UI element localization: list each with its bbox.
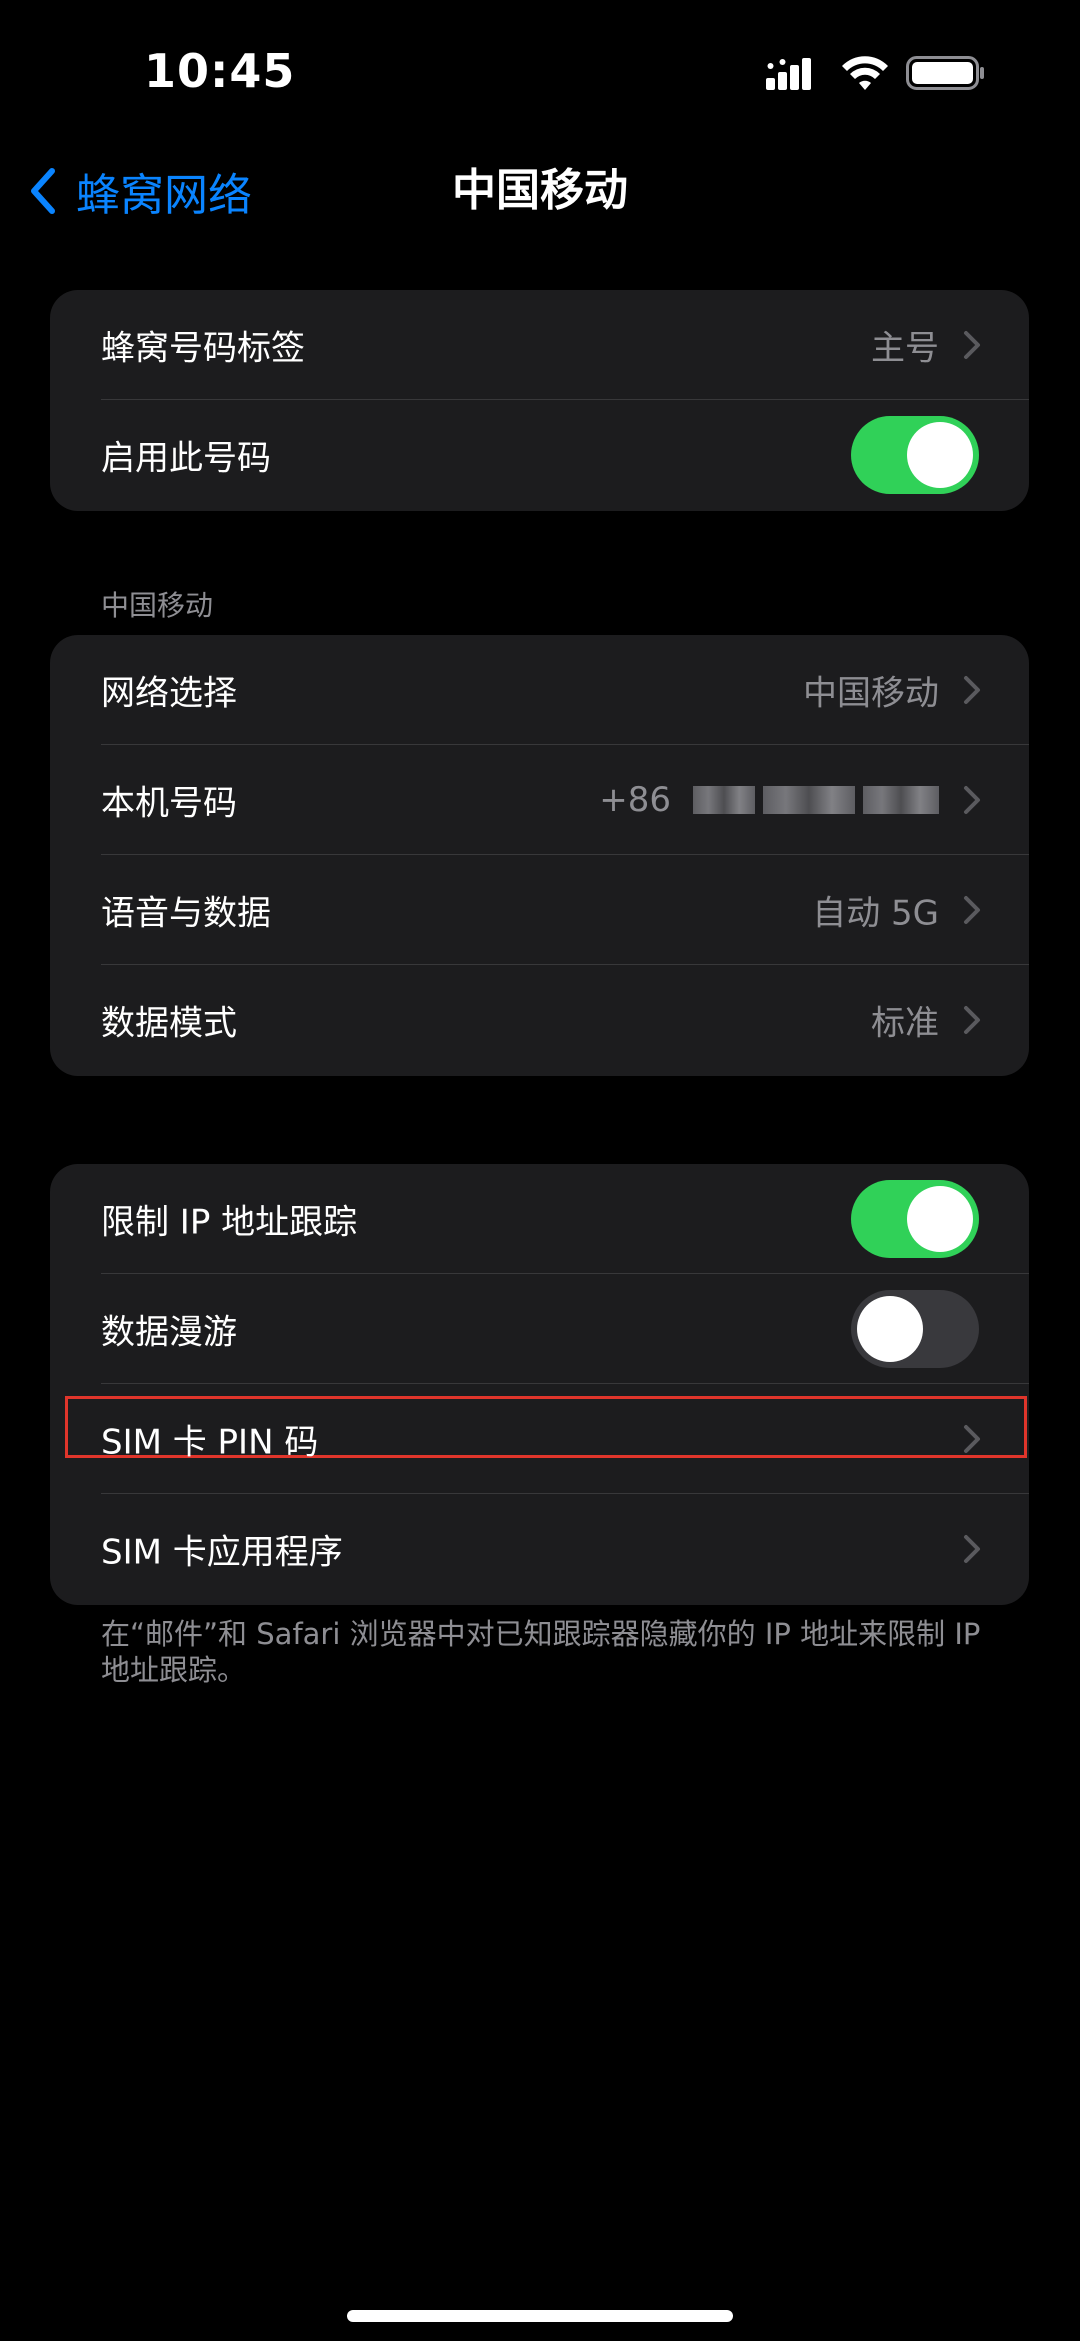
row-value-phone: +86	[599, 780, 939, 820]
row-network-selection[interactable]: 网络选择 中国移动	[50, 635, 1029, 745]
chevron-right-icon	[964, 676, 980, 704]
row-enable-number: 启用此号码	[50, 400, 1029, 510]
row-label: SIM 卡 PIN 码	[101, 1422, 319, 1463]
row-number-label[interactable]: 蜂窝号码标签 主号	[50, 290, 1029, 400]
row-label: 启用此号码	[101, 438, 271, 479]
row-data-mode[interactable]: 数据模式 标准	[50, 965, 1029, 1075]
row-value: 自动 5G	[812, 893, 939, 934]
settings-group-carrier: 网络选择 中国移动 本机号码 +86 语音与数据 自动 5G 数据模式 标准	[50, 635, 1029, 1076]
row-label: 限制 IP 地址跟踪	[101, 1202, 358, 1243]
battery-icon	[906, 56, 984, 90]
row-label: 数据漫游	[101, 1312, 237, 1353]
footer-note: 在“邮件”和 Safari 浏览器中对已知跟踪器隐藏你的 IP 地址来限制 IP…	[101, 1617, 981, 1687]
wifi-icon	[842, 56, 888, 90]
chevron-right-icon	[964, 1535, 980, 1563]
row-sim-applications[interactable]: SIM 卡应用程序	[50, 1494, 1029, 1604]
row-value: 中国移动	[803, 673, 939, 714]
row-label: 语音与数据	[101, 893, 271, 934]
chevron-right-icon	[964, 331, 980, 359]
settings-group-number: 蜂窝号码标签 主号 启用此号码	[50, 290, 1029, 511]
row-label: 网络选择	[101, 673, 237, 714]
status-time: 10:45	[144, 44, 296, 98]
row-limit-ip-tracking: 限制 IP 地址跟踪	[50, 1164, 1029, 1274]
settings-group-privacy-sim: 限制 IP 地址跟踪 数据漫游 SIM 卡 PIN 码 SIM 卡应用程序	[50, 1164, 1029, 1605]
chevron-right-icon	[964, 786, 980, 814]
row-my-number[interactable]: 本机号码 +86	[50, 745, 1029, 855]
row-label: 蜂窝号码标签	[101, 328, 305, 369]
row-label: SIM 卡应用程序	[101, 1532, 343, 1573]
data-roaming-toggle[interactable]	[851, 1290, 979, 1368]
row-data-roaming: 数据漫游	[50, 1274, 1029, 1384]
page-title: 中国移动	[452, 165, 628, 216]
toggle-knob	[857, 1296, 923, 1362]
toggle-knob	[907, 1186, 973, 1252]
chevron-right-icon	[964, 1425, 980, 1453]
enable-number-toggle[interactable]	[851, 416, 979, 494]
phone-prefix: +86	[599, 780, 671, 820]
status-bar: 10:45	[0, 0, 1080, 150]
row-label: 本机号码	[101, 783, 237, 824]
chevron-right-icon	[964, 896, 980, 924]
row-sim-pin[interactable]: SIM 卡 PIN 码	[50, 1384, 1029, 1494]
redacted-number-block	[763, 786, 855, 814]
redacted-number-block	[693, 786, 755, 814]
limit-ip-tracking-toggle[interactable]	[851, 1180, 979, 1258]
home-indicator[interactable]	[347, 2310, 733, 2322]
chevron-right-icon	[964, 1006, 980, 1034]
row-value: 主号	[871, 328, 939, 369]
row-label: 数据模式	[101, 1003, 237, 1044]
section-header: 中国移动	[101, 589, 214, 622]
row-voice-data[interactable]: 语音与数据 自动 5G	[50, 855, 1029, 965]
signal-icon	[766, 58, 811, 90]
toggle-knob	[907, 422, 973, 488]
redacted-number-block	[863, 786, 939, 814]
row-value: 标准	[871, 1003, 939, 1044]
status-icons	[760, 50, 1000, 94]
